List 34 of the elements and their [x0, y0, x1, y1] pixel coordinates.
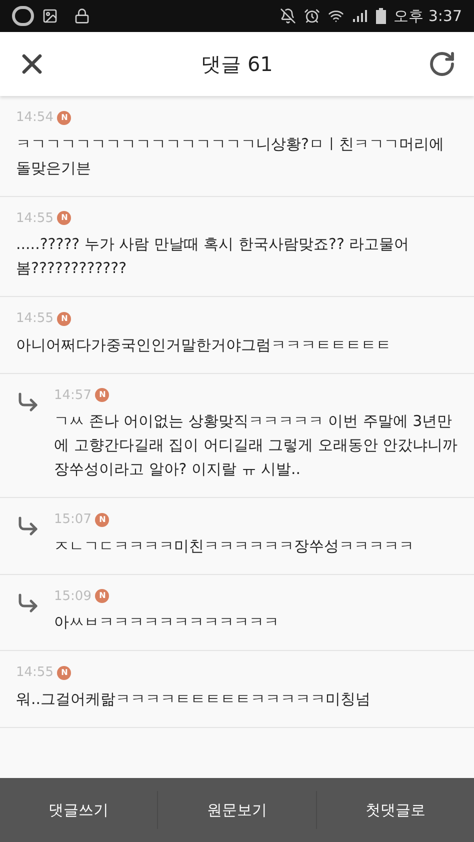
comment-time: 14:55 — [16, 664, 54, 682]
comment-text: ㅋㄱㄱㄱㄱㄱㄱㄱㄱㄱㄱㄱㄱㄱㄱㄱ니상황?ㅁㅣ친ㅋㄱㄱ머리에 돌맞은기븐 — [16, 134, 445, 178]
new-badge: N — [95, 388, 110, 402]
comment-text: ㄱㅆ 존나 어이없는 상황맞직ㅋㅋㅋㅋㅋ 이번 주말에 3년만에 고향간다길래 집이 어디길래 그렇게 오래동안 안갔냐니까 장쑤성이라고 알아? 이지랄 ㅠ 시발.. — [54, 411, 458, 480]
bottom-bar-button[interactable]: 첫댓글로 — [365, 790, 426, 830]
new-badge: N — [57, 312, 72, 326]
signal-icon — [352, 9, 368, 23]
comment-text: 워..그걸어케랆ㅋㅋㅋㅋㅌㅌㅌㅌㅌㅋㅋㅋㅋㅋ미칭넘 — [16, 688, 371, 710]
lock-icon — [74, 8, 90, 24]
new-badge: N — [57, 211, 72, 226]
comment-text: .....????? 누가 사람 만날때 혹시 한국사람맞죠?? 라고물어봄???????????? — [16, 234, 410, 279]
reply-arrow-icon — [16, 514, 40, 538]
wifi-icon — [328, 8, 344, 24]
alarm-icon — [304, 8, 320, 24]
comment-text: ㅈㄴㄱㄷㅋㅋㅋㅋ미친ㅋㅋㅋㅋㅋㅋ장쑤성ㅋㅋㅋㅋㅋ — [54, 536, 414, 556]
new-badge: N — [57, 666, 72, 680]
battery-icon — [376, 8, 386, 24]
comment-text: 아ㅆㅂㅋㅋㅋㅋㅋㅋㅋㅋㅋㅋㅋㅋ — [54, 612, 279, 633]
new-badge: N — [95, 512, 110, 527]
bottom-bar-button[interactable]: 댓글쓰기 — [48, 790, 109, 830]
comment-time: 15:07 — [54, 511, 92, 529]
mute-icon — [280, 8, 296, 24]
comment-time: 14:55 — [16, 210, 54, 228]
new-badge: N — [57, 110, 72, 125]
status-time: 오후 3:37 — [394, 6, 462, 27]
header-title: 댓글 61 — [200, 51, 274, 78]
comment-text: 아니어쩌다가중국인인거말한거야그럼ㅋㅋㅋㅌㅌㅌㅌㅌ — [16, 334, 391, 356]
comment-time: 14:54 — [16, 109, 54, 127]
comment-time: 14:55 — [16, 310, 54, 328]
comment-time: 14:57 — [54, 386, 92, 404]
new-badge: N — [95, 589, 110, 604]
bottom-bar-button[interactable]: 원문보기 — [206, 790, 267, 830]
image-icon — [42, 8, 58, 24]
comment-time: 15:09 — [54, 588, 92, 606]
